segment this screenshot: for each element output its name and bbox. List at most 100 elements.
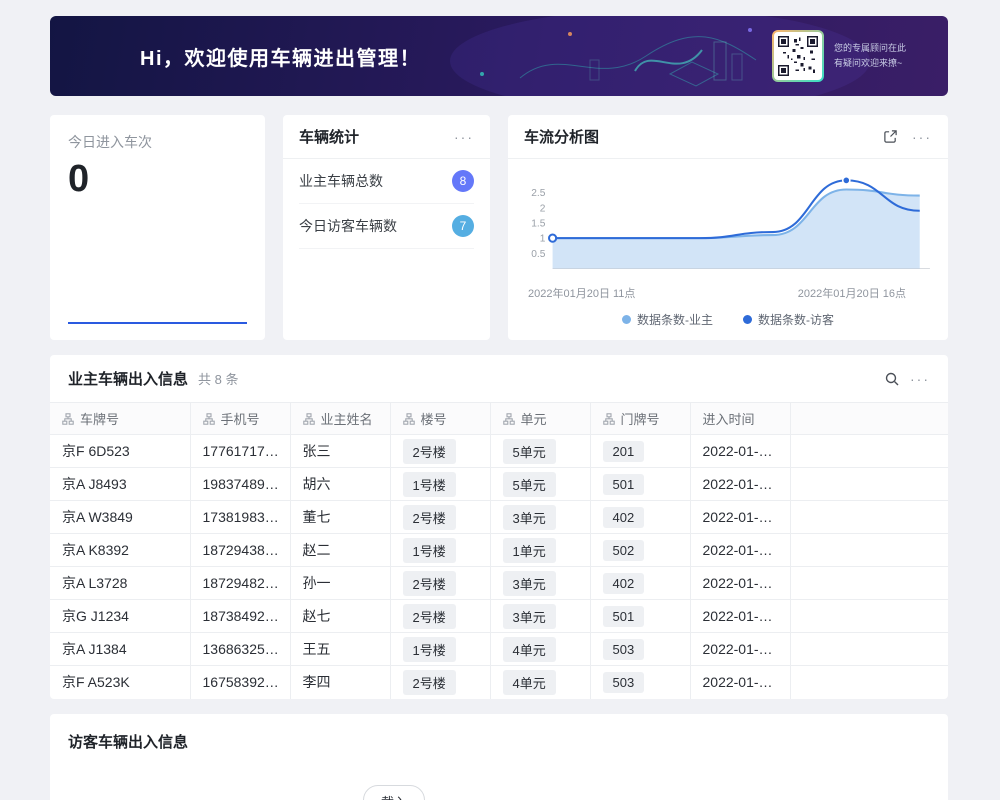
column-header[interactable]: 车牌号 — [50, 403, 190, 435]
table-cell[interactable]: 402 — [590, 567, 690, 600]
table-row[interactable]: 京F A523K16758392…李四2号楼4单元5032022-01-… — [50, 666, 948, 699]
table-row[interactable]: 京A J849319837489…胡六 1号楼 5单元 501 2022-01-… — [50, 468, 948, 501]
qr-caption: 您的专属顾问在此 有疑问欢迎来撩~ — [834, 41, 906, 72]
table-cell[interactable]: 2022-01-… — [690, 567, 790, 600]
table-cell[interactable]: 1号楼 — [390, 633, 490, 666]
table-cell[interactable]: 王五 — [290, 633, 390, 666]
table-row[interactable]: 京A L372818729482…孙一2号楼 3单元 4022022-01-… — [50, 567, 948, 600]
tag-pill: 2号楼 — [403, 439, 456, 464]
table-cell[interactable]: 501 — [590, 600, 690, 633]
table-cell[interactable]: 17761717… — [190, 435, 290, 468]
table-cell[interactable]: 张三 — [290, 435, 390, 468]
table-cell[interactable]: 13686325… — [190, 633, 290, 666]
table-cell[interactable]: 李四 — [290, 666, 390, 699]
table-cell[interactable]: 胡六 — [290, 468, 390, 501]
today-entries-card: 今日进入车次 0 — [50, 115, 265, 340]
table-header-row: 车牌号手机号业主姓名楼号单元门牌号进入时间 — [50, 403, 948, 435]
traffic-chart-title: 车流分析图 — [524, 126, 599, 147]
tag-pill: 501 — [603, 474, 645, 495]
table-cell[interactable]: 201 — [590, 435, 690, 468]
table-cell[interactable]: 董七 — [290, 501, 390, 534]
table-cell[interactable]: 18738492… — [190, 600, 290, 633]
table-cell[interactable]: 赵二 — [290, 534, 390, 567]
open-in-new-icon[interactable] — [883, 129, 898, 144]
table-cell[interactable]: 502 — [590, 534, 690, 567]
table-cell[interactable]: 京F 6D523 — [50, 435, 190, 468]
column-header[interactable]: 手机号 — [190, 403, 290, 435]
table-cell[interactable]: 京A L3728 — [50, 567, 190, 600]
table-cell[interactable]: 4单元 — [490, 666, 590, 699]
owner-vehicle-table: 车牌号手机号业主姓名楼号单元门牌号进入时间 京F 6D52317761717…张… — [50, 402, 948, 699]
table-cell[interactable]: 18729482… — [190, 567, 290, 600]
table-cell[interactable]: 2号楼 — [390, 567, 490, 600]
column-header[interactable]: 进入时间 — [690, 403, 790, 435]
table-cell[interactable]: 3单元 — [490, 600, 590, 633]
legend-item-visitor[interactable]: 数据条数-访客 — [743, 311, 834, 328]
filler-cell — [790, 468, 948, 501]
tag-pill: 3单元 — [503, 571, 556, 596]
table-cell[interactable]: 赵七 — [290, 600, 390, 633]
table-cell[interactable]: 3单元 — [490, 567, 590, 600]
table-cell[interactable]: 402 — [590, 501, 690, 534]
column-header[interactable]: 业主姓名 — [290, 403, 390, 435]
search-icon[interactable] — [884, 371, 900, 387]
tag-pill: 1号楼 — [403, 637, 456, 662]
table-cell[interactable]: 2022-01-… — [690, 534, 790, 567]
table-cell[interactable]: 1号楼 — [390, 534, 490, 567]
legend-dot-visitor — [743, 315, 752, 324]
table-cell[interactable]: 2号楼 — [390, 666, 490, 699]
table-cell[interactable]: 501 — [590, 468, 690, 501]
x-axis-label-start: 2022年01月20日 11点 — [528, 285, 635, 301]
load-button[interactable]: 载入 — [363, 785, 425, 800]
table-row[interactable]: 京A W384917381983…董七2号楼3单元4022022-01-… — [50, 501, 948, 534]
column-header[interactable]: 楼号 — [390, 403, 490, 435]
more-icon[interactable]: ··· — [910, 372, 930, 386]
table-cell[interactable]: 孙一 — [290, 567, 390, 600]
filler-cell — [790, 435, 948, 468]
column-header[interactable]: 门牌号 — [590, 403, 690, 435]
table-cell[interactable]: 2022-01-… — [690, 501, 790, 534]
table-cell[interactable]: 503 — [590, 666, 690, 699]
table-cell[interactable]: 2022-01-… — [690, 468, 790, 501]
table-cell[interactable]: 京G J1234 — [50, 600, 190, 633]
table-cell[interactable]: 京A J1384 — [50, 633, 190, 666]
table-cell[interactable]: 2号楼 — [390, 435, 490, 468]
table-cell[interactable]: 2022-01-… — [690, 666, 790, 699]
table-cell[interactable]: 16758392… — [190, 666, 290, 699]
table-cell[interactable]: 5单元 — [490, 468, 590, 501]
table-row[interactable]: 京A K839218729438…赵二1号楼1单元5022022-01-… — [50, 534, 948, 567]
table-cell[interactable]: 2号楼 — [390, 501, 490, 534]
x-axis-label-end: 2022年01月20日 16点 — [798, 285, 906, 301]
table-cell[interactable]: 1号楼 — [390, 468, 490, 501]
table-row[interactable]: 京F 6D52317761717…张三 2号楼 5单元2012022-01-… — [50, 435, 948, 468]
table-row[interactable]: 京G J123418738492…赵七 2号楼 3单元5012022-01-… — [50, 600, 948, 633]
today-entries-value: 0 — [68, 158, 247, 201]
table-cell[interactable]: 2号楼 — [390, 600, 490, 633]
table-cell[interactable]: 4单元 — [490, 633, 590, 666]
more-icon[interactable]: ··· — [912, 130, 932, 144]
table-cell[interactable]: 18729438… — [190, 534, 290, 567]
tag-pill: 1号楼 — [403, 472, 456, 497]
table-cell[interactable]: 3单元 — [490, 501, 590, 534]
table-cell[interactable]: 503 — [590, 633, 690, 666]
tag-pill: 2号楼 — [403, 604, 456, 629]
column-header[interactable]: 单元 — [490, 403, 590, 435]
table-cell[interactable]: 1单元 — [490, 534, 590, 567]
table-row[interactable]: 京A J138413686325…王五 1号楼 4单元5032022-01-… — [50, 633, 948, 666]
table-cell[interactable]: 17381983… — [190, 501, 290, 534]
filler-column — [790, 403, 948, 435]
table-cell[interactable]: 京A K8392 — [50, 534, 190, 567]
table-cell[interactable]: 京A W3849 — [50, 501, 190, 534]
column-label: 进入时间 — [703, 412, 755, 427]
table-cell[interactable]: 19837489… — [190, 468, 290, 501]
table-cell[interactable]: 2022-01-… — [690, 435, 790, 468]
visitor-table-footer: 载入 — [50, 785, 948, 800]
table-cell[interactable]: 2022-01-… — [690, 633, 790, 666]
table-cell[interactable]: 京F A523K — [50, 666, 190, 699]
legend-item-owner[interactable]: 数据条数-业主 — [622, 311, 713, 328]
visitor-table-title: 访客车辆出入信息 — [68, 731, 930, 752]
table-cell[interactable]: 京A J8493 — [50, 468, 190, 501]
more-icon[interactable]: ··· — [454, 130, 474, 144]
table-cell[interactable]: 5单元 — [490, 435, 590, 468]
table-cell[interactable]: 2022-01-… — [690, 600, 790, 633]
